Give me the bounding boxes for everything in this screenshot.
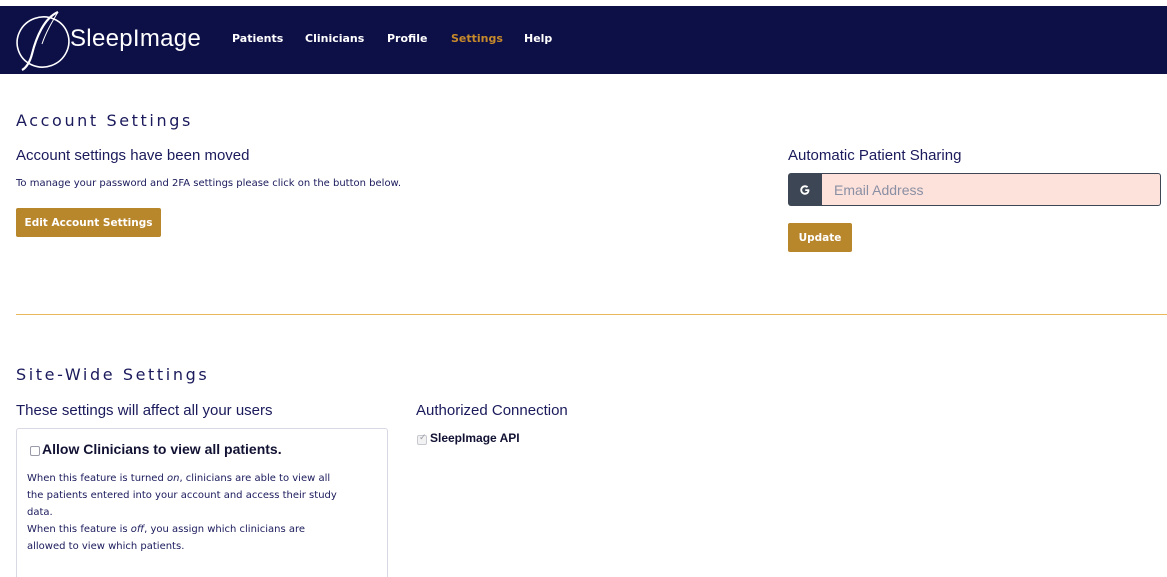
- nav-item-settings[interactable]: Settings: [451, 32, 503, 45]
- allow-clinicians-checkbox[interactable]: [30, 446, 40, 456]
- edit-account-settings-button[interactable]: Edit Account Settings: [16, 208, 161, 237]
- email-input-group: [788, 173, 1161, 206]
- input-addon: [788, 173, 822, 206]
- patient-sharing-title: Automatic Patient Sharing: [788, 147, 962, 164]
- account-moved-text: To manage your password and 2FA settings…: [16, 178, 401, 189]
- sleepimage-api-checkbox[interactable]: ✓: [417, 433, 427, 445]
- email-address-input[interactable]: [822, 173, 1161, 206]
- top-navbar: SleepImage Patients Clinicians Profile S…: [0, 6, 1167, 74]
- feature-off-description-line2: allowed to view which patients.: [27, 541, 185, 552]
- nav-item-clinicians[interactable]: Clinicians: [305, 32, 364, 45]
- feature-on-description: When this feature is turned on, clinicia…: [27, 473, 331, 484]
- authorized-connection-title: Authorized Connection: [416, 402, 568, 419]
- account-settings-heading: Account Settings: [16, 111, 193, 130]
- feature-on-description-line3: data.: [27, 507, 53, 518]
- sleepimage-api-label: SleepImage API: [430, 431, 520, 445]
- feature-on-description-line2: the patients entered into your account a…: [27, 490, 337, 501]
- sleepimage-logo-icon: [16, 10, 70, 71]
- nav-item-help[interactable]: Help: [524, 32, 552, 45]
- account-moved-title: Account settings have been moved: [16, 147, 250, 164]
- google-icon: [800, 184, 810, 195]
- section-divider: [16, 314, 1167, 315]
- allow-clinicians-label[interactable]: Allow Clinicians to view all patients.: [42, 441, 282, 457]
- site-settings-subtitle: These settings will affect all your user…: [16, 402, 273, 419]
- nav-item-patients[interactable]: Patients: [232, 32, 283, 45]
- feature-off-description: When this feature is off, you assign whi…: [27, 524, 306, 535]
- checkmark-icon: ✓: [419, 433, 427, 443]
- site-wide-settings-heading: Site-Wide Settings: [16, 365, 210, 384]
- nav-item-profile[interactable]: Profile: [387, 32, 427, 45]
- update-button[interactable]: Update: [788, 223, 852, 252]
- brand-name: SleepImage: [70, 25, 202, 52]
